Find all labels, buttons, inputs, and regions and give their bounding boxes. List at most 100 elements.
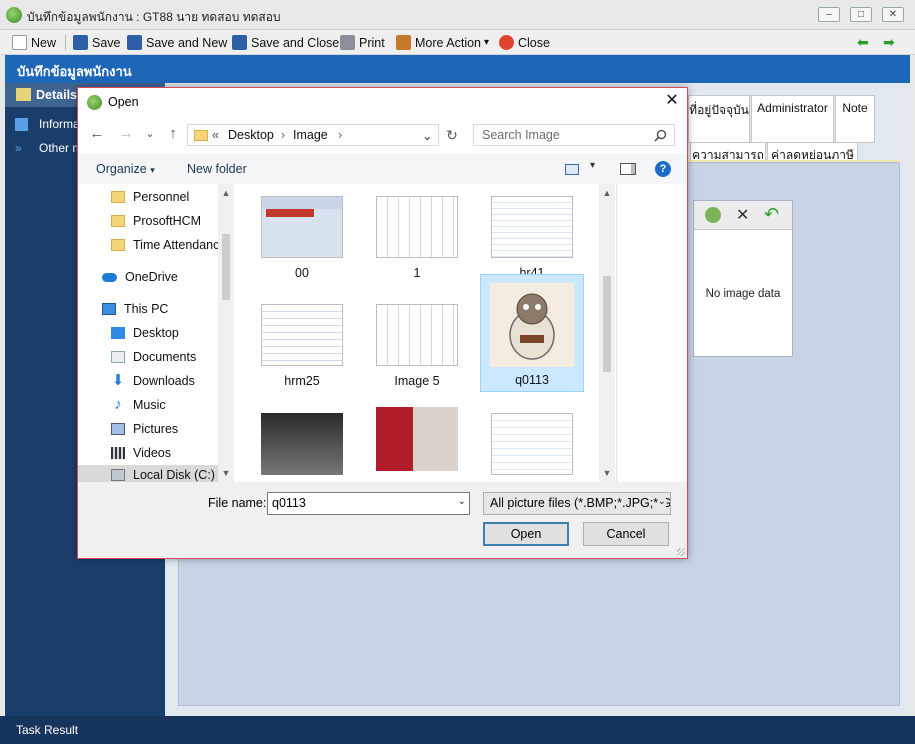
minimize-button[interactable]: – xyxy=(818,7,840,22)
scrollbar-thumb[interactable] xyxy=(222,234,230,300)
new-button[interactable]: New xyxy=(12,33,56,52)
cancel-button[interactable]: Cancel xyxy=(583,522,669,546)
organize-menu[interactable]: Organize ▾ xyxy=(96,162,155,176)
tree-item-personnel[interactable]: Personnel xyxy=(111,187,189,207)
file-item[interactable] xyxy=(250,405,354,482)
command-bar: Organize ▾ New folder ▾ ? xyxy=(78,154,687,184)
tree-item-label: This PC xyxy=(124,302,169,316)
tab-tax-deduction[interactable]: ค่าลดหย่อนภาษี xyxy=(767,142,858,162)
breadcrumb-overflow[interactable]: « xyxy=(212,128,219,142)
address-bar[interactable]: « Desktop › Image › ⌄ xyxy=(187,124,439,146)
tree-scrollbar[interactable]: ▲ ▼ xyxy=(218,184,234,482)
save-label: Save xyxy=(92,35,121,50)
tree-item-prosofthcm[interactable]: ProsoftHCM xyxy=(111,211,201,231)
computer-icon xyxy=(102,303,116,315)
preview-pane-icon[interactable] xyxy=(620,163,636,175)
tab-note[interactable]: Note xyxy=(835,95,875,143)
chevron-down-icon[interactable]: ⌄ xyxy=(458,496,466,507)
dialog-footer: File name: q0113 ⌄ All picture files (*.… xyxy=(78,482,687,558)
dialog-title: Open xyxy=(108,95,139,109)
tab-ability[interactable]: ความสามารถ xyxy=(690,142,766,162)
chevron-down-icon: ⌄ xyxy=(657,496,666,507)
open-button[interactable]: Open xyxy=(483,522,569,546)
tree-item-videos[interactable]: Videos xyxy=(111,443,171,463)
mascot-image xyxy=(509,293,555,360)
tools-icon xyxy=(396,35,411,50)
scroll-down-icon[interactable]: ▼ xyxy=(218,466,234,480)
close-button[interactable]: Close xyxy=(499,33,550,52)
tree-item-time-attendance[interactable]: Time Attendance xyxy=(111,235,226,255)
file-item[interactable] xyxy=(480,405,584,482)
next-record-button[interactable]: ➡ xyxy=(883,33,895,52)
remove-image-icon[interactable]: ✕ xyxy=(736,205,749,225)
save-and-new-label: Save and New xyxy=(146,35,228,50)
file-type-select[interactable]: All picture files (*.BMP;*.JPG;*.GIF;*.P… xyxy=(483,492,671,515)
forward-arrow-icon[interactable]: → xyxy=(118,125,134,143)
address-dropdown-icon[interactable]: ⌄ xyxy=(422,128,432,143)
dialog-close-button[interactable]: ✕ xyxy=(663,92,681,110)
refresh-icon[interactable]: ↻ xyxy=(444,126,460,144)
print-button[interactable]: Print xyxy=(340,33,385,52)
scroll-up-icon[interactable]: ▲ xyxy=(599,186,615,200)
tree-item-documents[interactable]: Documents xyxy=(111,347,196,367)
toolbar: New Save Save and New Save and Close Pri… xyxy=(0,30,915,55)
application-window: บันทึกข้อมูลพนักงาน : GT88 นาย ทดสอบ ทดส… xyxy=(0,0,915,744)
file-name-label: 00 xyxy=(295,266,309,280)
chevron-down-icon: ▾ xyxy=(484,37,490,48)
tree-item-music[interactable]: ♪ Music xyxy=(111,395,165,415)
back-arrow-icon[interactable]: ← xyxy=(89,125,105,143)
undo-icon[interactable]: ↶ xyxy=(764,204,779,225)
file-name-field[interactable]: q0113 ⌄ xyxy=(267,492,470,515)
tree-item-pictures[interactable]: Pictures xyxy=(111,419,178,439)
save-close-icon xyxy=(232,35,247,50)
resize-grip[interactable] xyxy=(677,548,685,556)
file-item[interactable]: Image 5 xyxy=(365,296,469,411)
file-item[interactable]: 1 xyxy=(365,188,469,303)
scrollbar-thumb[interactable] xyxy=(603,276,611,372)
breadcrumb-desktop[interactable]: Desktop xyxy=(228,128,274,142)
save-and-new-button[interactable]: Save and New xyxy=(127,33,227,52)
documents-icon xyxy=(111,351,125,363)
folder-icon xyxy=(194,130,208,141)
search-input[interactable]: Search Image xyxy=(473,124,675,146)
close-window-button[interactable]: ✕ xyxy=(882,7,904,22)
new-label: New xyxy=(31,35,57,50)
help-icon[interactable]: ? xyxy=(655,161,671,177)
preview-pane xyxy=(616,184,687,482)
recent-locations-icon[interactable]: ⌄ xyxy=(142,125,158,143)
view-thumbnails-icon[interactable] xyxy=(565,164,579,175)
save-and-close-button[interactable]: Save and Close xyxy=(232,33,339,52)
power-icon xyxy=(499,35,514,50)
tab-current-address[interactable]: ที่อยู่ปัจจุบัน xyxy=(688,95,750,143)
file-item[interactable] xyxy=(365,399,469,482)
up-arrow-icon[interactable]: ↑ xyxy=(165,125,181,143)
tree-item-downloads[interactable]: ⬇ Downloads xyxy=(111,371,195,391)
tree-item-desktop[interactable]: Desktop xyxy=(111,323,179,343)
maximize-button[interactable]: □ xyxy=(850,7,872,22)
file-item[interactable]: 00 xyxy=(250,188,354,303)
grid-scrollbar[interactable]: ▲ ▼ xyxy=(599,184,615,482)
file-thumbnail xyxy=(376,407,458,471)
tree-item-onedrive[interactable]: OneDrive xyxy=(102,267,178,287)
tree-item-this-pc[interactable]: This PC xyxy=(102,299,168,319)
scroll-up-icon[interactable]: ▲ xyxy=(218,186,234,200)
app-icon xyxy=(87,95,102,110)
folder-icon xyxy=(111,215,125,227)
more-action-button[interactable]: More Action ▾ xyxy=(396,33,489,52)
file-item-selected[interactable]: q0113 xyxy=(480,274,584,392)
scroll-down-icon[interactable]: ▼ xyxy=(599,466,615,480)
info-icon xyxy=(15,117,28,131)
tree-item-local-disk[interactable]: Local Disk (C:) xyxy=(78,465,218,482)
tree-item-label: Time Attendance xyxy=(133,238,227,252)
chevron-down-icon[interactable]: ▾ xyxy=(590,160,595,171)
file-thumbnail xyxy=(261,413,343,475)
add-image-icon[interactable] xyxy=(705,207,721,223)
save-button[interactable]: Save xyxy=(73,33,121,52)
new-folder-button[interactable]: New folder xyxy=(187,162,247,176)
breadcrumb-image[interactable]: Image xyxy=(293,128,328,142)
tree-item-label: Documents xyxy=(133,350,197,364)
previous-record-button[interactable]: ⬅ xyxy=(857,33,869,52)
file-item[interactable]: hrm25 xyxy=(250,296,354,411)
tab-administrator[interactable]: Administrator xyxy=(751,95,834,143)
title-bar: บันทึกข้อมูลพนักงาน : GT88 นาย ทดสอบ ทดส… xyxy=(0,0,915,30)
